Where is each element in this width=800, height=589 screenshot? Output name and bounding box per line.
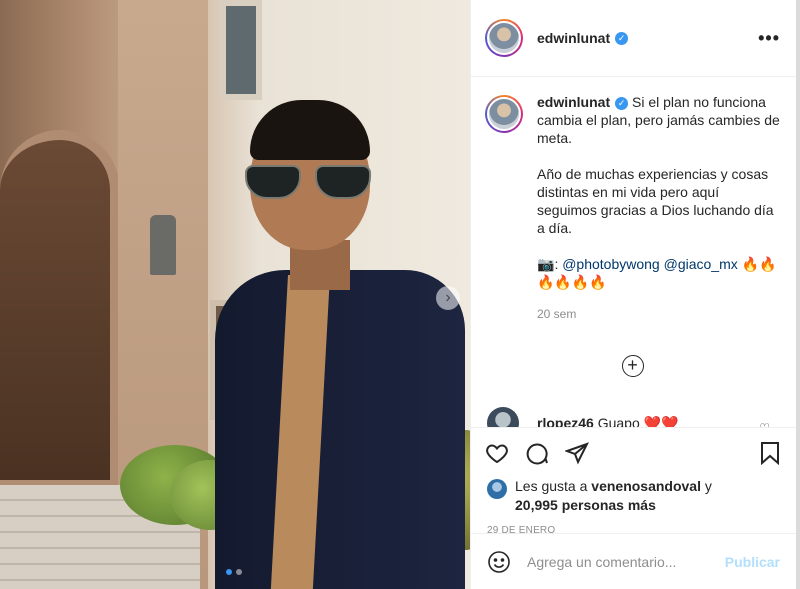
comments-section: edwinlunat ✓ Si el plan no funciona cambi… — [471, 77, 796, 427]
likes-prefix: Les gusta a — [515, 478, 588, 494]
caption-paragraph-1: edwinlunat ✓ Si el plan no funciona cambi… — [537, 93, 780, 147]
likes-count[interactable]: 20,995 personas más — [515, 497, 656, 513]
photo-arch — [0, 130, 120, 490]
likes-summary: Les gusta a venenosandoval y 20,995 pers… — [471, 477, 796, 515]
commenter-username[interactable]: rlopez46 — [537, 415, 594, 428]
author-username[interactable]: edwinlunat — [537, 30, 610, 46]
share-icon[interactable] — [565, 441, 589, 465]
caption-body: edwinlunat ✓ Si el plan no funciona cambi… — [537, 93, 780, 323]
likes-text: Les gusta a venenosandoval y 20,995 pers… — [515, 477, 712, 515]
caption-avatar[interactable] — [485, 95, 523, 133]
action-bar — [471, 427, 796, 477]
photo-lamp — [150, 215, 176, 275]
caption-credits: 📷: @photobywong @giaco_mx 🔥🔥🔥🔥🔥🔥 — [537, 255, 780, 291]
post-time[interactable]: 20 sem — [537, 305, 780, 323]
person-sunglasses — [245, 165, 375, 199]
post-sidebar: edwinlunat ✓ ••• edwinlunat ✓ Si el plan … — [470, 0, 796, 589]
load-more-comments-button[interactable]: + — [621, 355, 644, 377]
comment-body: Guapo — [597, 414, 640, 428]
comment-icon[interactable] — [525, 441, 549, 465]
person-hair — [250, 100, 370, 160]
load-more-comments: + — [485, 355, 780, 377]
commenter-avatar[interactable] — [487, 407, 519, 427]
comment-item: rlopez46 Guapo ❤️❤️ ♡ — [485, 407, 780, 427]
comment-input[interactable] — [527, 553, 725, 570]
bookmark-icon[interactable] — [758, 441, 782, 465]
caption-paragraph-2: Año de muchas experiencias y cosas disti… — [537, 166, 774, 236]
verified-badge-icon: ✓ — [615, 31, 629, 45]
author-avatar[interactable] — [485, 19, 523, 57]
verified-badge-icon: ✓ — [615, 97, 629, 110]
comment-text: rlopez46 Guapo ❤️❤️ — [537, 415, 679, 428]
camera-emoji: 📷 — [537, 256, 555, 272]
mention-link[interactable]: @photobywong — [562, 256, 660, 272]
scroll-gutter — [796, 0, 800, 589]
heart-icon[interactable] — [485, 441, 509, 465]
liker-username[interactable]: venenosandoval — [591, 478, 701, 494]
emoji-icon[interactable] — [487, 550, 511, 574]
publish-button[interactable]: Publicar — [725, 554, 780, 570]
photo-window — [220, 0, 262, 100]
comment-hearts: ❤️❤️ — [643, 414, 679, 428]
mention-link[interactable]: @giaco_mx — [664, 256, 738, 272]
likes-conj: y — [704, 478, 712, 494]
post-photo[interactable]: › — [0, 0, 470, 589]
person-jacket — [215, 270, 465, 589]
carousel-dot — [226, 569, 232, 575]
caption: edwinlunat ✓ Si el plan no funciona cambi… — [485, 93, 780, 323]
carousel-dots — [226, 569, 242, 575]
post-header: edwinlunat ✓ ••• — [471, 0, 796, 77]
photo-person — [205, 90, 465, 589]
carousel-next-button[interactable]: › — [436, 286, 460, 310]
add-comment-bar: Publicar — [471, 533, 796, 589]
carousel-dot — [236, 569, 242, 575]
liker-avatar[interactable] — [487, 479, 507, 499]
caption-username[interactable]: edwinlunat — [537, 94, 610, 110]
comment-like-heart-icon[interactable]: ♡ — [759, 421, 770, 427]
more-options-icon[interactable]: ••• — [758, 28, 780, 49]
